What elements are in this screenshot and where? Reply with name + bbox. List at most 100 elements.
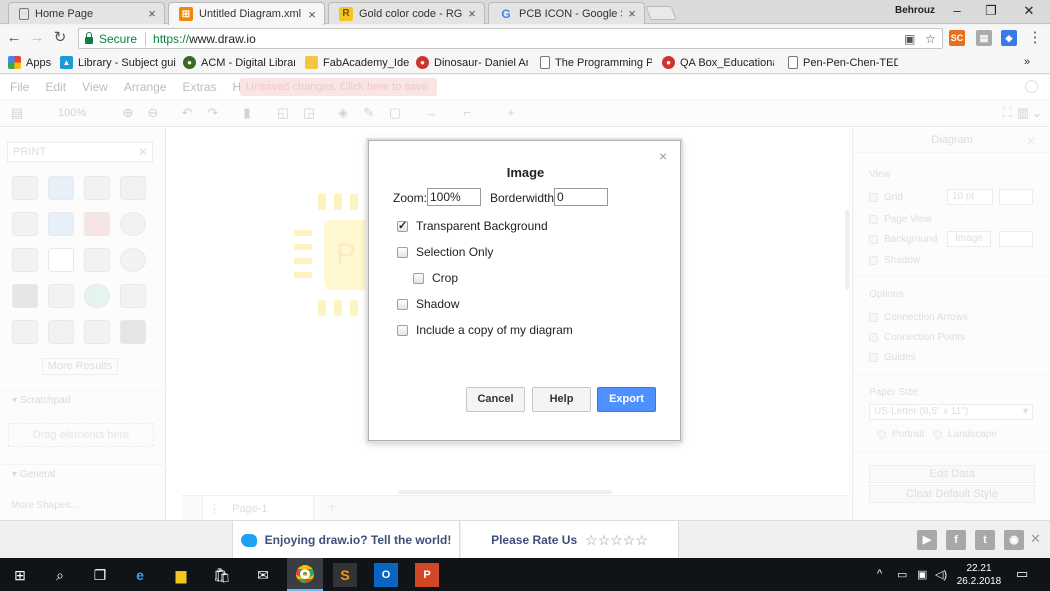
include-copy-label: Include a copy of my diagram [416,323,573,337]
powerpoint-icon[interactable]: P [415,563,439,587]
acm-icon: ● [183,56,196,69]
menu-dots-icon[interactable]: ⋮ [1026,29,1044,47]
borderwidth-input[interactable] [554,188,608,206]
bookmark-programming[interactable]: The Programming Pu [540,56,652,69]
transparent-background-checkbox[interactable] [397,219,408,232]
tab-untitled-diagram[interactable]: ⊞ Untitled Diagram.xml - d × [168,2,325,25]
close-icon[interactable]: × [146,6,158,21]
profile-name[interactable]: Behrouz [895,5,935,16]
windows-taskbar: ⊞ ⌕ ❐ e ▆ 🛍 ✉ S O P ^ ▭ ▣ ◁) 22.21 26.2.… [0,558,1050,591]
bookmark-pen-pen[interactable]: Pen-Pen-Chen-TED-E [788,56,898,69]
tab-home-page[interactable]: Home Page × [8,2,165,24]
rating-stars[interactable]: ☆☆☆☆☆ [585,532,648,549]
extension-layers-icon[interactable]: ◆ [1001,30,1017,46]
google-icon: G [501,6,511,21]
crop-option[interactable]: Crop [413,271,458,285]
maximize-icon[interactable]: ❐ [982,3,1000,19]
tab-pcb-icon-google[interactable]: G PCB ICON - Google Sear × [488,2,645,24]
ted-icon: ● [662,56,675,69]
zoom-label: Zoom: [393,191,428,205]
star-icon[interactable]: ☆ [925,32,936,46]
bookmarks-bar: Apps ▲ Library - Subject guid ● ACM - Di… [0,52,1050,74]
search-icon[interactable]: ⌕ [48,563,72,587]
promo-footer: Enjoying draw.io? Tell the world! Please… [0,520,1050,559]
outlook-icon[interactable]: O [374,563,398,587]
tab-gold-color-code[interactable]: R Gold color code - RGB g × [328,2,485,24]
mail-icon[interactable]: ✉ [251,563,275,587]
close-icon[interactable]: × [659,148,667,164]
close-icon[interactable]: × [306,7,318,22]
bookmark-fabacademy[interactable]: FabAcademy_Ideas [305,56,409,69]
tab-label: PCB ICON - Google Sear [519,7,622,20]
export-button[interactable]: Export [597,387,656,412]
extension-sc-icon[interactable]: SC [949,30,965,46]
reload-icon[interactable]: ↻ [51,29,69,47]
network-icon[interactable]: ▣ [917,568,927,581]
chevron-up-icon[interactable]: ^ [877,568,882,580]
task-view-icon[interactable]: ❐ [88,563,112,587]
file-explorer-icon[interactable]: ▆ [169,563,193,587]
store-icon[interactable]: 🛍 [210,563,234,587]
battery-icon[interactable]: ▭ [897,568,907,581]
dialog-title: Image [506,165,545,180]
bookmark-acm[interactable]: ● ACM - Digital Library [183,56,295,69]
twitter-bird-icon [240,533,257,547]
clock-date: 26.2.2018 [956,576,1002,587]
back-arrow-icon[interactable]: ← [5,29,23,47]
rate-us-link[interactable]: Please Rate Us ☆☆☆☆☆ [461,521,679,559]
shadow-option[interactable]: Shadow [397,297,459,311]
sublime-icon[interactable]: S [333,563,357,587]
selection-only-checkbox[interactable] [397,246,408,258]
cast-icon[interactable]: ▣ [904,32,915,46]
divider [145,31,147,46]
system-clock[interactable]: 22.21 26.2.2018 [954,562,1004,588]
volume-icon[interactable]: ◁) [935,568,947,581]
page-icon [540,56,550,69]
url-scheme: https:// [153,31,190,46]
chrome-icon[interactable] [287,558,323,591]
extension-page-icon[interactable]: ▤ [976,30,992,46]
selection-only-option[interactable]: Selection Only [397,245,493,259]
windows-start-icon[interactable]: ⊞ [8,563,32,587]
forward-arrow-icon[interactable]: → [28,29,46,47]
new-tab-button[interactable] [645,6,677,20]
youtube-icon[interactable]: ▶ [917,530,937,550]
bookmark-label: Dinosaur- Daniel Am [434,56,528,69]
bookmark-apps[interactable]: Apps [8,56,56,69]
bookmark-qa-box[interactable]: ● QA Box_Educational [662,56,774,69]
bookmarks-overflow[interactable]: » [1024,56,1030,68]
crop-label: Crop [432,271,459,285]
bookmark-label: FabAcademy_Ideas [323,56,409,69]
bookmark-dinosaur[interactable]: ● Dinosaur- Daniel Am [416,56,528,69]
twitter-icon[interactable]: t [975,530,995,550]
shadow-label: Shadow [416,297,460,311]
facebook-icon[interactable]: f [946,530,966,550]
bookmark-library[interactable]: ▲ Library - Subject guid [60,56,176,69]
notifications-icon[interactable]: ▭ [1016,566,1028,582]
borderwidth-label: Borderwidth: [490,191,558,205]
close-icon[interactable]: × [626,6,638,21]
minimize-icon[interactable]: – [948,3,966,18]
transparent-background-label: Transparent Background [416,219,548,233]
close-window-icon[interactable]: ✕ [1020,3,1038,19]
edge-icon[interactable]: e [128,563,152,587]
cancel-button[interactable]: Cancel [466,387,525,412]
close-icon[interactable]: × [466,6,478,21]
url-host: www.draw.io [189,31,256,46]
tell-the-world-link[interactable]: Enjoying draw.io? Tell the world! [232,521,460,559]
github-icon[interactable]: ◉ [1004,530,1024,550]
include-copy-checkbox[interactable] [397,324,408,336]
crop-checkbox[interactable] [413,272,424,284]
zoom-input[interactable] [427,188,481,206]
tab-label: Home Page [35,7,94,20]
include-copy-option[interactable]: Include a copy of my diagram [397,323,573,337]
shadow-checkbox[interactable] [397,298,408,310]
help-button[interactable]: Help [532,387,591,412]
apps-grid-icon [8,56,21,69]
transparent-background-option[interactable]: Transparent Background [397,219,548,233]
image-export-dialog: × Image Zoom: Borderwidth: Transparent B… [368,140,681,441]
close-icon[interactable]: ✕ [1030,531,1041,547]
bookmark-label: ACM - Digital Library [201,56,295,69]
browser-tab-strip: Home Page × ⊞ Untitled Diagram.xml - d ×… [0,0,1050,25]
address-bar[interactable]: Secure https://www.draw.io ▣ ☆ [78,28,943,49]
